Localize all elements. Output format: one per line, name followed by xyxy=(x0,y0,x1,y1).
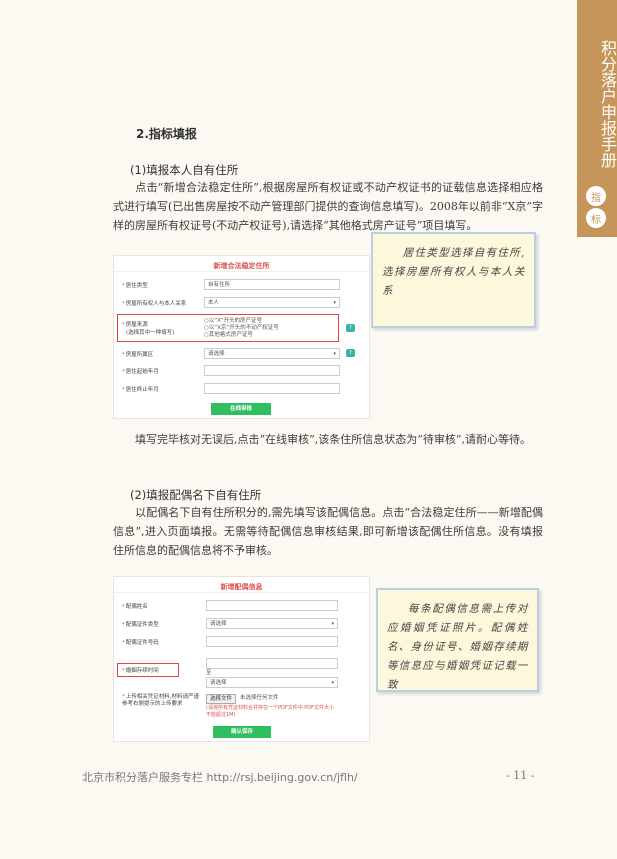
sub1-after-text: 填写完毕核对无误后,点击“在线审核”,该条住所信息状态为“待审核”,请耐心等待。 xyxy=(135,433,531,446)
callout-residence-text: 居住类型选择自有住所,选择房屋所有权人与本人关系 xyxy=(382,247,525,297)
owner-relation-select[interactable]: 本人 ▾ xyxy=(204,297,340,308)
section-title: 2.指标填报 xyxy=(136,127,197,141)
end-date-label: *居住终止年月 xyxy=(122,387,159,393)
help-icon[interactable]: ? xyxy=(346,324,355,332)
residence-type-field[interactable]: 自有住所 xyxy=(204,279,340,290)
sub1-paragraph-text: 点击“新增合法稳定住所”,根据房屋所有权证或不动产权证书的证载信息选择相应格式进… xyxy=(113,181,543,232)
upload-label: *上传相关凭证材料,材料请严谨参考右侧提示的上传要求 xyxy=(122,694,199,707)
page: 积分落户申报手册 指 标 2.指标填报 (1)填报本人自有住所 点击“新增合法稳… xyxy=(0,0,617,859)
chevron-down-icon: ▾ xyxy=(333,300,336,306)
spouse-id-type-select[interactable]: 请选择 ▾ xyxy=(206,618,338,629)
house-source-note: (选择其中一种填写) xyxy=(126,330,175,336)
residence-form: 新增合法稳定住所 *居住类型 自有住所 *房屋所有权人与本人关系 本人 ▾ *房屋… xyxy=(113,255,370,419)
start-date-label: *居住起始年月 xyxy=(122,369,159,375)
side-tab-title: 积分落户申报手册 xyxy=(598,40,617,168)
sub2-paragraph: 以配偶名下自有住所积分的,需先填写该配偶信息。点击“合法稳定住所——新增配偶信息… xyxy=(113,503,543,560)
sub2-paragraph-text: 以配偶名下自有住所积分的,需先填写该配偶信息。点击“合法稳定住所——新增配偶信息… xyxy=(113,506,543,557)
marriage-end-select[interactable]: 请选择 ▾ xyxy=(206,677,338,688)
chevron-down-icon: ▾ xyxy=(331,621,334,627)
confirm-save-button[interactable]: 确认保存 xyxy=(213,726,271,738)
callout-spouse-text: 每条配偶信息需上传对应婚姻凭证照片。配偶姓名、身份证号、婚姻存续期等信息应与婚姻… xyxy=(387,603,528,691)
spouse-form-title: 新增配偶信息 xyxy=(220,583,263,591)
chevron-down-icon: ▾ xyxy=(331,680,334,686)
callout-spouse: 每条配偶信息需上传对应婚姻凭证照片。配偶姓名、身份证号、婚姻存续期等信息应与婚姻… xyxy=(376,588,539,692)
house-source-option-1[interactable]: ○以“X”开头的房产证号 xyxy=(204,318,262,325)
district-select[interactable]: 请选择 ▾ xyxy=(204,348,340,359)
side-badge-zhi: 指 xyxy=(586,186,606,206)
spouse-name-input[interactable] xyxy=(206,600,338,611)
side-badge-biao: 标 xyxy=(586,208,606,228)
help-icon[interactable]: ? xyxy=(346,349,355,357)
footer-link: 北京市积分落户服务专栏 http://rsj.beijing.gov.cn/jf… xyxy=(82,771,358,784)
page-number: - 11 - xyxy=(506,769,535,782)
residence-form-title: 新增合法稳定住所 xyxy=(213,262,270,270)
side-badges: 指 标 xyxy=(586,186,606,230)
sub1-paragraph: 点击“新增合法稳定住所”,根据房屋所有权证或不动产权证书的证载信息选择相应格式进… xyxy=(113,178,543,235)
sub2-title: (2)填报配偶名下自有住所 xyxy=(130,488,262,502)
marriage-to-label: 至 xyxy=(206,670,212,676)
start-date-input[interactable] xyxy=(204,365,340,376)
upload-note: (请将所有凭证材料合并存在一个PDF文件中,PDF文件大小不能超过1M) xyxy=(206,705,335,718)
sub1-after-paragraph: 填写完毕核对无误后,点击“在线审核”,该条住所信息状态为“待审核”,请耐心等待。 xyxy=(113,430,543,449)
residence-type-label: *居住类型 xyxy=(122,283,148,289)
spouse-name-label: *配偶姓名 xyxy=(122,604,148,610)
side-tab: 积分落户申报手册 指 标 xyxy=(577,0,617,237)
spouse-form: 新增配偶信息 *配偶姓名 *配偶证件类型 请选择 ▾ *配偶证件号码 *婚姻存续时… xyxy=(113,576,370,742)
chevron-down-icon: ▾ xyxy=(333,351,336,357)
marriage-duration-label: *婚姻存续时间 xyxy=(122,668,159,674)
spouse-id-number-input[interactable] xyxy=(206,636,338,647)
sub1-title: (1)填报本人自有住所 xyxy=(130,163,239,177)
owner-relation-label: *房屋所有权人与本人关系 xyxy=(122,301,187,307)
form-title-divider xyxy=(114,271,369,272)
house-source-option-2[interactable]: ○以“X京”开头的不动产权证号 xyxy=(204,325,279,332)
house-source-label: *房屋来源 xyxy=(122,322,148,328)
form-title-divider xyxy=(114,592,369,593)
end-date-input[interactable] xyxy=(204,383,340,394)
marriage-start-input[interactable] xyxy=(206,658,338,669)
spouse-id-type-label: *配偶证件类型 xyxy=(122,622,159,628)
upload-status: 未选择任何文件 xyxy=(240,695,279,701)
spouse-id-number-label: *配偶证件号码 xyxy=(122,640,159,646)
house-source-option-3[interactable]: ○其他格式房产证号 xyxy=(204,332,253,339)
choose-file-button[interactable]: 选择文件 xyxy=(206,694,237,704)
district-label: *房屋所属区 xyxy=(122,352,154,358)
online-review-button[interactable]: 在线审核 xyxy=(211,403,271,415)
callout-residence: 居住类型选择自有住所,选择房屋所有权人与本人关系 xyxy=(371,232,536,328)
